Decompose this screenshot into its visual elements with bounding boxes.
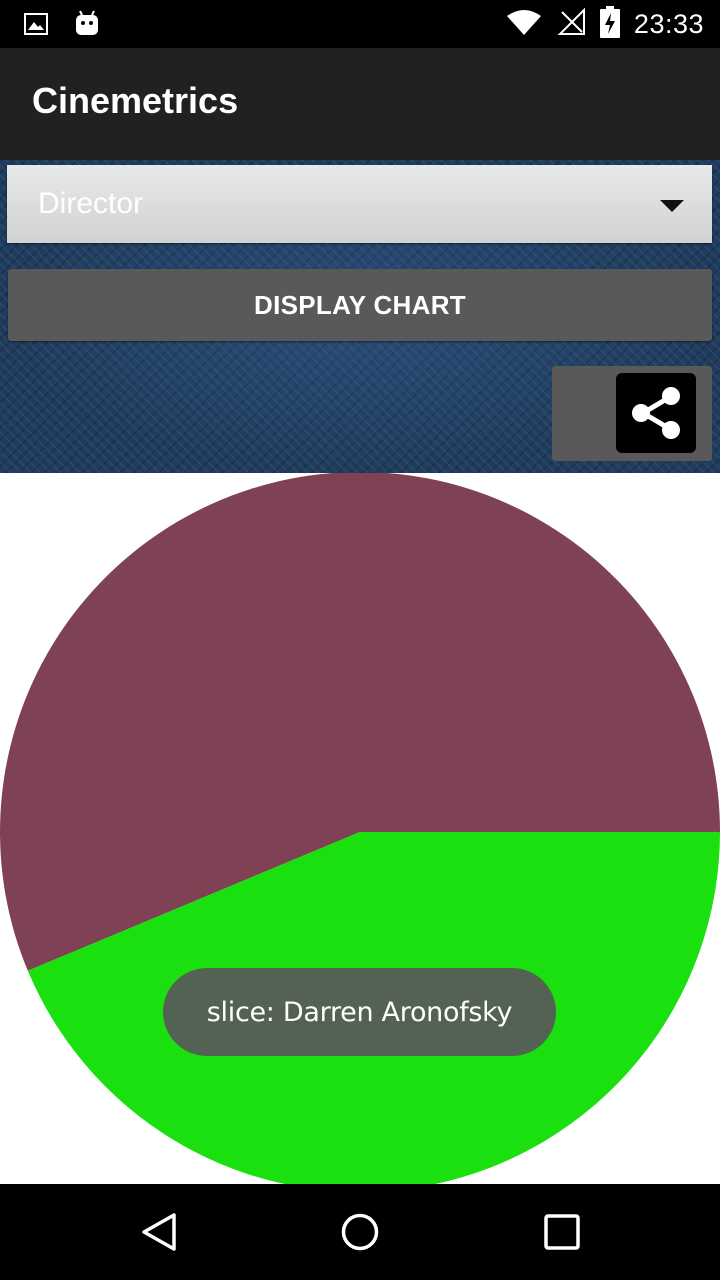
app-title: Cinemetrics (32, 80, 239, 121)
controls-panel: Director DISPLAY CHART (0, 160, 720, 473)
back-icon[interactable] (140, 1212, 180, 1252)
share-button[interactable] (552, 366, 712, 461)
no-signal-icon (556, 7, 586, 40)
share-icon (616, 373, 696, 453)
status-right: 23:33 (506, 6, 704, 42)
battery-charging-icon (599, 6, 620, 42)
chart-area (0, 473, 720, 1184)
image-icon (24, 13, 48, 39)
home-icon[interactable] (340, 1212, 380, 1252)
director-spinner[interactable]: Director (7, 165, 712, 243)
pie-chart[interactable] (0, 473, 720, 1184)
toast-message: slice: Darren Aronofsky (163, 968, 556, 1056)
action-bar: Cinemetrics (0, 48, 720, 160)
nav-bar (0, 1184, 720, 1280)
status-time: 23:33 (633, 8, 704, 39)
spinner-value: Director (38, 187, 144, 220)
android-icon (74, 10, 100, 42)
recents-icon[interactable] (542, 1212, 582, 1252)
display-chart-button[interactable]: DISPLAY CHART (8, 269, 712, 341)
screen: 23:33 Cinemetrics Director DISPLAY CHART (0, 0, 720, 1280)
status-bar: 23:33 (0, 0, 720, 48)
chevron-down-icon (660, 200, 684, 212)
status-left (24, 10, 100, 42)
wifi-icon (506, 8, 542, 40)
